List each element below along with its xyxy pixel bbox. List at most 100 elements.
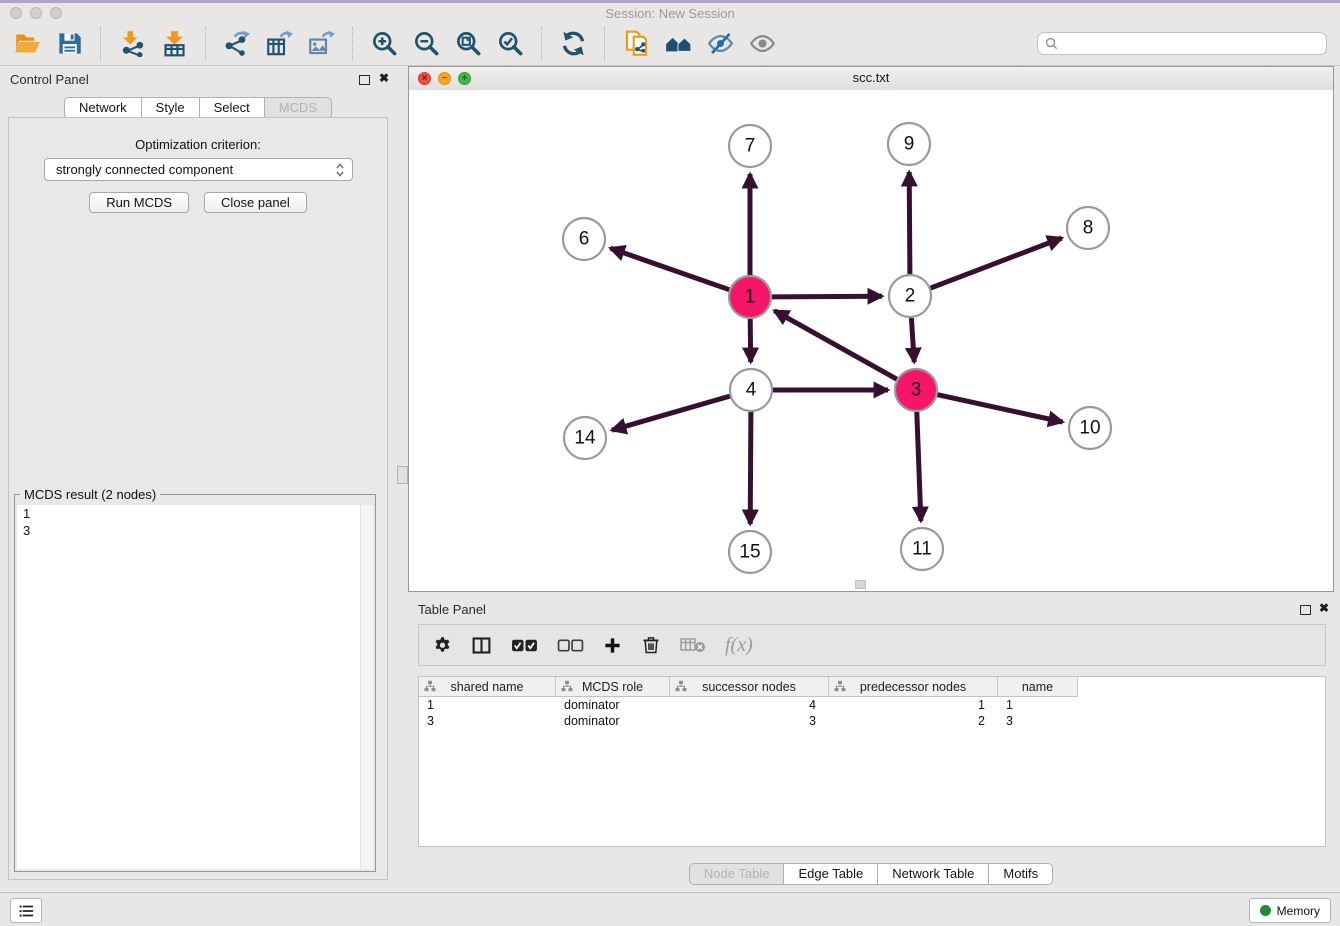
graph-edge-4-14[interactable] [612,396,730,430]
svg-text:4: 4 [746,380,757,401]
tab-edge-table[interactable]: Edge Table [784,863,878,885]
table-cell[interactable]: 1 [998,697,1078,713]
graph-edge-3-10[interactable] [938,395,1063,422]
table-row[interactable]: 3dominator323 [419,713,1325,729]
export-table-icon[interactable] [264,29,294,59]
application-window: Session: New Session Control Panel ✖ Net… [0,0,1340,926]
graph-node-14[interactable]: 14 [564,417,606,459]
toolbar-separator [100,27,101,61]
column-header-predecessor-nodes[interactable]: predecessor nodes [829,677,998,696]
graph-edge-1-4[interactable] [750,319,751,362]
split-view-icon[interactable] [471,635,492,656]
toolbar-separator [205,27,206,61]
network-maximize-icon[interactable]: + [458,72,471,85]
network-window-titlebar[interactable]: × − + scc.txt [409,67,1333,91]
mcds-result-line: 3 [17,522,373,539]
hide-style-icon[interactable] [705,29,735,59]
graph-node-7[interactable]: 7 [729,125,771,167]
table-close-panel-icon[interactable]: ✖ [1319,601,1329,615]
gear-icon[interactable] [433,636,452,655]
table-float-panel-icon[interactable] [1300,605,1311,615]
deselect-all-checkbox-icon[interactable] [557,637,584,654]
refresh-layout-icon[interactable] [558,29,588,59]
control-panel-title: Control Panel [10,72,89,87]
table-cell[interactable]: dominator [556,697,670,713]
export-network-icon[interactable] [222,29,252,59]
zoom-out-icon[interactable] [411,29,441,59]
mcds-buttons: Run MCDS Close panel [9,192,387,213]
table-cell[interactable]: 4 [670,697,829,713]
network-canvas[interactable]: 7 9 6 8 1 2 4 3 14 10 15 11 [409,90,1333,591]
network-view-window: × − + scc.txt 7 9 6 8 1 2 4 3 14 10 15 11 [408,66,1334,592]
tab-style[interactable]: Style [142,97,200,119]
zoom-in-icon[interactable] [369,29,399,59]
tab-select[interactable]: Select [200,97,265,119]
table-cell[interactable]: 3 [419,713,556,729]
tab-motifs[interactable]: Motifs [989,863,1053,885]
delete-row-icon[interactable] [641,635,661,655]
criterion-dropdown[interactable]: strongly connected component [44,158,353,181]
table-cell[interactable]: dominator [556,713,670,729]
column-header-name[interactable]: name [998,677,1078,696]
table-row[interactable]: 1dominator411 [419,697,1325,713]
graph-node-10[interactable]: 10 [1069,407,1111,449]
network-window-title: scc.txt [409,67,1333,89]
close-panel-icon[interactable]: ✖ [379,71,389,85]
zoom-selected-icon[interactable] [495,29,525,59]
graph-edge-3-11[interactable] [917,412,921,521]
column-header-MCDS-role[interactable]: MCDS role [556,677,670,696]
network-graph[interactable]: 7 9 6 8 1 2 4 3 14 10 15 11 [409,90,1333,591]
select-all-checkbox-icon[interactable] [511,637,538,654]
clone-network-icon[interactable] [621,29,651,59]
save-session-icon[interactable] [54,29,84,59]
graph-node-6[interactable]: 6 [563,218,605,260]
graph-node-9[interactable]: 9 [888,123,930,165]
table-cell[interactable]: 2 [829,713,998,729]
network-close-icon[interactable]: × [418,72,431,85]
column-header-successor-nodes[interactable]: successor nodes [670,677,829,696]
graph-node-11[interactable]: 11 [901,528,943,570]
search-box[interactable] [1037,32,1327,55]
add-row-icon[interactable] [603,636,622,655]
open-file-icon[interactable] [12,29,42,59]
panel-splitter-handle[interactable] [397,466,408,484]
import-network-icon[interactable] [117,29,147,59]
home-layout-icon[interactable] [663,29,693,59]
graph-edge-2-3[interactable] [911,318,914,362]
float-panel-icon[interactable] [359,75,370,85]
graph-node-4[interactable]: 4 [730,369,772,411]
graph-edge-2-9[interactable] [909,172,910,274]
result-scrollbar[interactable] [360,505,373,869]
export-image-icon[interactable] [306,29,336,59]
table-cell[interactable]: 1 [419,697,556,713]
run-mcds-button[interactable]: Run MCDS [89,192,189,213]
graph-node-8[interactable]: 8 [1067,207,1109,249]
import-table-icon[interactable] [159,29,189,59]
zoom-fit-icon[interactable] [453,29,483,59]
graph-node-15[interactable]: 15 [729,531,771,573]
graph-edge-4-15[interactable] [750,412,751,524]
svg-text:6: 6 [579,229,590,250]
graph-node-3[interactable]: 3 [895,369,937,411]
graph-edge-2-8[interactable] [931,238,1062,288]
column-header-shared-name[interactable]: shared name [419,677,556,696]
table-cell[interactable]: 3 [670,713,829,729]
network-minimize-icon[interactable]: − [438,72,451,85]
search-input[interactable] [1063,36,1319,52]
tab-network-table[interactable]: Network Table [878,863,989,885]
tab-network[interactable]: Network [64,97,142,119]
graph-edge-1-2[interactable] [772,296,882,297]
close-panel-button[interactable]: Close panel [204,192,307,213]
memory-button[interactable]: Memory [1249,898,1331,923]
graph-edge-3-1[interactable] [774,311,896,380]
table-cell[interactable]: 3 [998,713,1078,729]
table-cell[interactable]: 1 [829,697,998,713]
attribute-type-icon [424,680,436,692]
canvas-horizontal-scroll-thumb[interactable] [855,580,866,589]
graph-node-2[interactable]: 2 [889,275,931,317]
task-history-button[interactable] [10,898,42,923]
mcds-result-list[interactable]: 13 [17,505,373,869]
graph-node-1[interactable]: 1 [729,276,771,318]
graph-edge-1-6[interactable] [610,248,729,290]
show-graphics-icon[interactable] [747,29,777,59]
